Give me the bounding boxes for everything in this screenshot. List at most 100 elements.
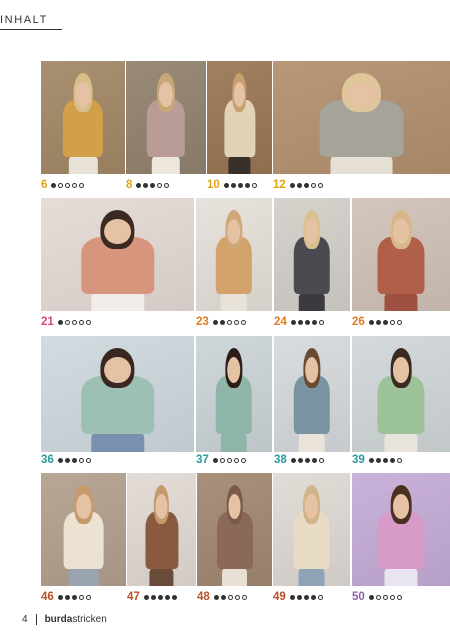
pattern-caption-26[interactable]: 26 [352,315,402,329]
difficulty-dot-empty [396,457,402,463]
page-reference-number[interactable]: 38 [274,453,287,467]
page-reference-number[interactable]: 26 [352,315,365,329]
difficulty-dot-filled [375,319,381,325]
difficulty-rating [368,594,402,600]
difficulty-dot-filled [57,457,63,463]
difficulty-rating [213,594,247,600]
difficulty-dot-filled [57,594,63,600]
pattern-caption-39[interactable]: 39 [352,453,402,467]
pattern-caption-21[interactable]: 21 [41,315,91,329]
difficulty-dot-filled [289,594,295,600]
pattern-caption-36[interactable]: 36 [41,453,91,467]
model-trousers [91,432,144,452]
model-figure [293,348,331,452]
page-reference-number[interactable]: 23 [196,315,209,329]
difficulty-dot-empty [226,319,232,325]
difficulty-dot-filled [311,319,317,325]
model-figure [293,209,331,311]
page-reference-number[interactable]: 46 [41,590,54,604]
pattern-caption-47[interactable]: 47 [127,590,177,604]
pattern-photo-21[interactable] [41,198,194,311]
page-reference-number[interactable]: 6 [41,178,47,192]
model-trousers [384,432,418,452]
pattern-caption-49[interactable]: 49 [273,590,323,604]
pattern-caption-48[interactable]: 48 [197,590,247,604]
difficulty-dot-filled [304,319,310,325]
page-reference-number[interactable]: 21 [41,315,54,329]
pattern-photo-10[interactable] [207,61,272,174]
difficulty-dot-empty [78,319,84,325]
pattern-photo-46[interactable] [41,473,126,586]
difficulty-dot-empty [240,319,246,325]
difficulty-dot-filled [296,594,302,600]
pattern-photo-23[interactable] [196,198,272,311]
page-reference-number[interactable]: 37 [196,453,209,467]
difficulty-dot-filled [310,594,316,600]
difficulty-dot-empty [389,319,395,325]
pattern-caption-23[interactable]: 23 [196,315,246,329]
model-figure [223,72,256,174]
model-figure [80,348,155,452]
pattern-photo-38[interactable] [274,336,350,452]
model-face [228,493,241,519]
pattern-photo-26[interactable] [352,198,450,311]
difficulty-dot-empty [85,319,91,325]
model-face [159,81,173,107]
pattern-photo-47[interactable] [127,473,196,586]
model-trousers [91,291,144,311]
page-reference-number[interactable]: 39 [352,453,365,467]
difficulty-dot-empty [65,182,71,188]
model-figure [63,484,104,586]
difficulty-rating [223,182,257,188]
difficulty-dot-filled [136,182,142,188]
difficulty-dot-empty [85,594,91,600]
model-figure [216,484,253,586]
difficulty-dot-filled [171,594,177,600]
difficulty-dot-filled [157,594,163,600]
pattern-photo-8[interactable] [126,61,206,174]
pattern-caption-6[interactable]: 6 [41,178,85,192]
difficulty-dot-filled [311,457,317,463]
difficulty-rating [57,457,91,463]
page-reference-number[interactable]: 12 [273,178,286,192]
pattern-caption-8[interactable]: 8 [126,178,170,192]
pattern-caption-38[interactable]: 38 [274,453,324,467]
pattern-photo-37[interactable] [196,336,272,452]
pattern-caption-24[interactable]: 24 [274,315,324,329]
pattern-caption-37[interactable]: 37 [196,453,246,467]
pattern-caption-10[interactable]: 10 [207,178,257,192]
difficulty-dot-empty [240,457,246,463]
pattern-photo-50[interactable] [352,473,450,586]
pattern-photo-36[interactable] [41,336,194,452]
pattern-photo-49[interactable] [273,473,350,586]
difficulty-dot-empty [318,319,324,325]
pattern-caption-46[interactable]: 46 [41,590,91,604]
page-reference-number[interactable]: 36 [41,453,54,467]
difficulty-dot-empty [78,457,84,463]
difficulty-rating [368,319,402,325]
pattern-photo-24[interactable] [274,198,350,311]
difficulty-dot-filled [368,594,374,600]
difficulty-dot-filled [57,319,63,325]
page-reference-number[interactable]: 24 [274,315,287,329]
page-reference-number[interactable]: 47 [127,590,140,604]
pattern-photo-6[interactable] [41,61,125,174]
difficulty-dot-empty [318,457,324,463]
difficulty-dot-filled [71,594,77,600]
difficulty-dot-filled [51,182,57,188]
pattern-photo-12[interactable] [273,61,450,174]
page-reference-number[interactable]: 49 [273,590,286,604]
page-reference-number[interactable]: 10 [207,178,220,192]
difficulty-dot-filled [290,319,296,325]
page-reference-number[interactable]: 8 [126,178,132,192]
page-reference-number[interactable]: 50 [352,590,365,604]
model-face [392,493,410,519]
pattern-photo-39[interactable] [352,336,450,452]
page-reference-number[interactable]: 48 [197,590,210,604]
model-trousers [220,291,248,311]
pattern-photo-48[interactable] [197,473,272,586]
model-figure [62,72,104,174]
brand-name-bold: burda [44,614,73,625]
pattern-caption-12[interactable]: 12 [273,178,323,192]
pattern-caption-50[interactable]: 50 [352,590,402,604]
